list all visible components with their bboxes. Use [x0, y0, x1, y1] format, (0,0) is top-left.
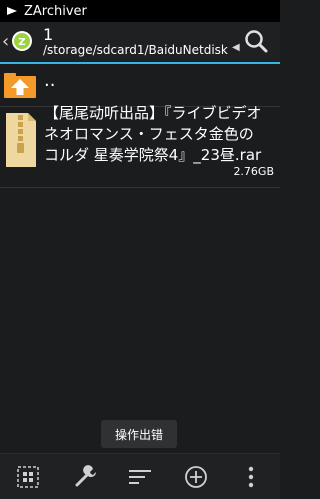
- svg-text:Z: Z: [18, 37, 25, 48]
- path-scroll-left-icon[interactable]: ◀: [232, 42, 240, 53]
- path-bar: ‹ Z 1 /storage/sdcard1/BaiduNetdisk ◀: [0, 22, 280, 64]
- overflow-menu-icon[interactable]: [236, 462, 266, 492]
- app-icon: [7, 7, 17, 15]
- add-icon[interactable]: [181, 462, 211, 492]
- back-chevron-icon[interactable]: ‹: [2, 31, 9, 52]
- current-path[interactable]: /storage/sdcard1/BaiduNetdisk: [43, 43, 233, 57]
- folder-count: 1: [43, 25, 54, 44]
- zarchiver-logo-icon[interactable]: Z: [11, 30, 33, 52]
- file-name: 【尾尾动听出品】『ライブビデオ ネオロマンス・フェスタ金色のコルダ 星奏学院祭4…: [44, 104, 262, 164]
- file-list-item[interactable]: 【尾尾动听出品】『ライブビデオ ネオロマンス・フェスタ金色のコルダ 星奏学院祭4…: [0, 104, 280, 188]
- folder-up-icon: [4, 73, 36, 98]
- wrench-icon[interactable]: [70, 462, 100, 492]
- parent-folder-label: ..: [44, 70, 56, 91]
- file-size: 2.76GB: [233, 165, 274, 178]
- parent-folder-row[interactable]: ..: [0, 64, 280, 107]
- select-icon[interactable]: [13, 462, 43, 492]
- app-title: ZArchiver: [24, 3, 87, 19]
- sort-icon[interactable]: [125, 462, 155, 492]
- search-icon[interactable]: [243, 28, 269, 54]
- rar-archive-icon: [6, 113, 36, 167]
- title-bar: ZArchiver: [0, 0, 280, 22]
- toast-message: 操作出错: [101, 420, 177, 448]
- bottom-toolbar: [0, 453, 280, 499]
